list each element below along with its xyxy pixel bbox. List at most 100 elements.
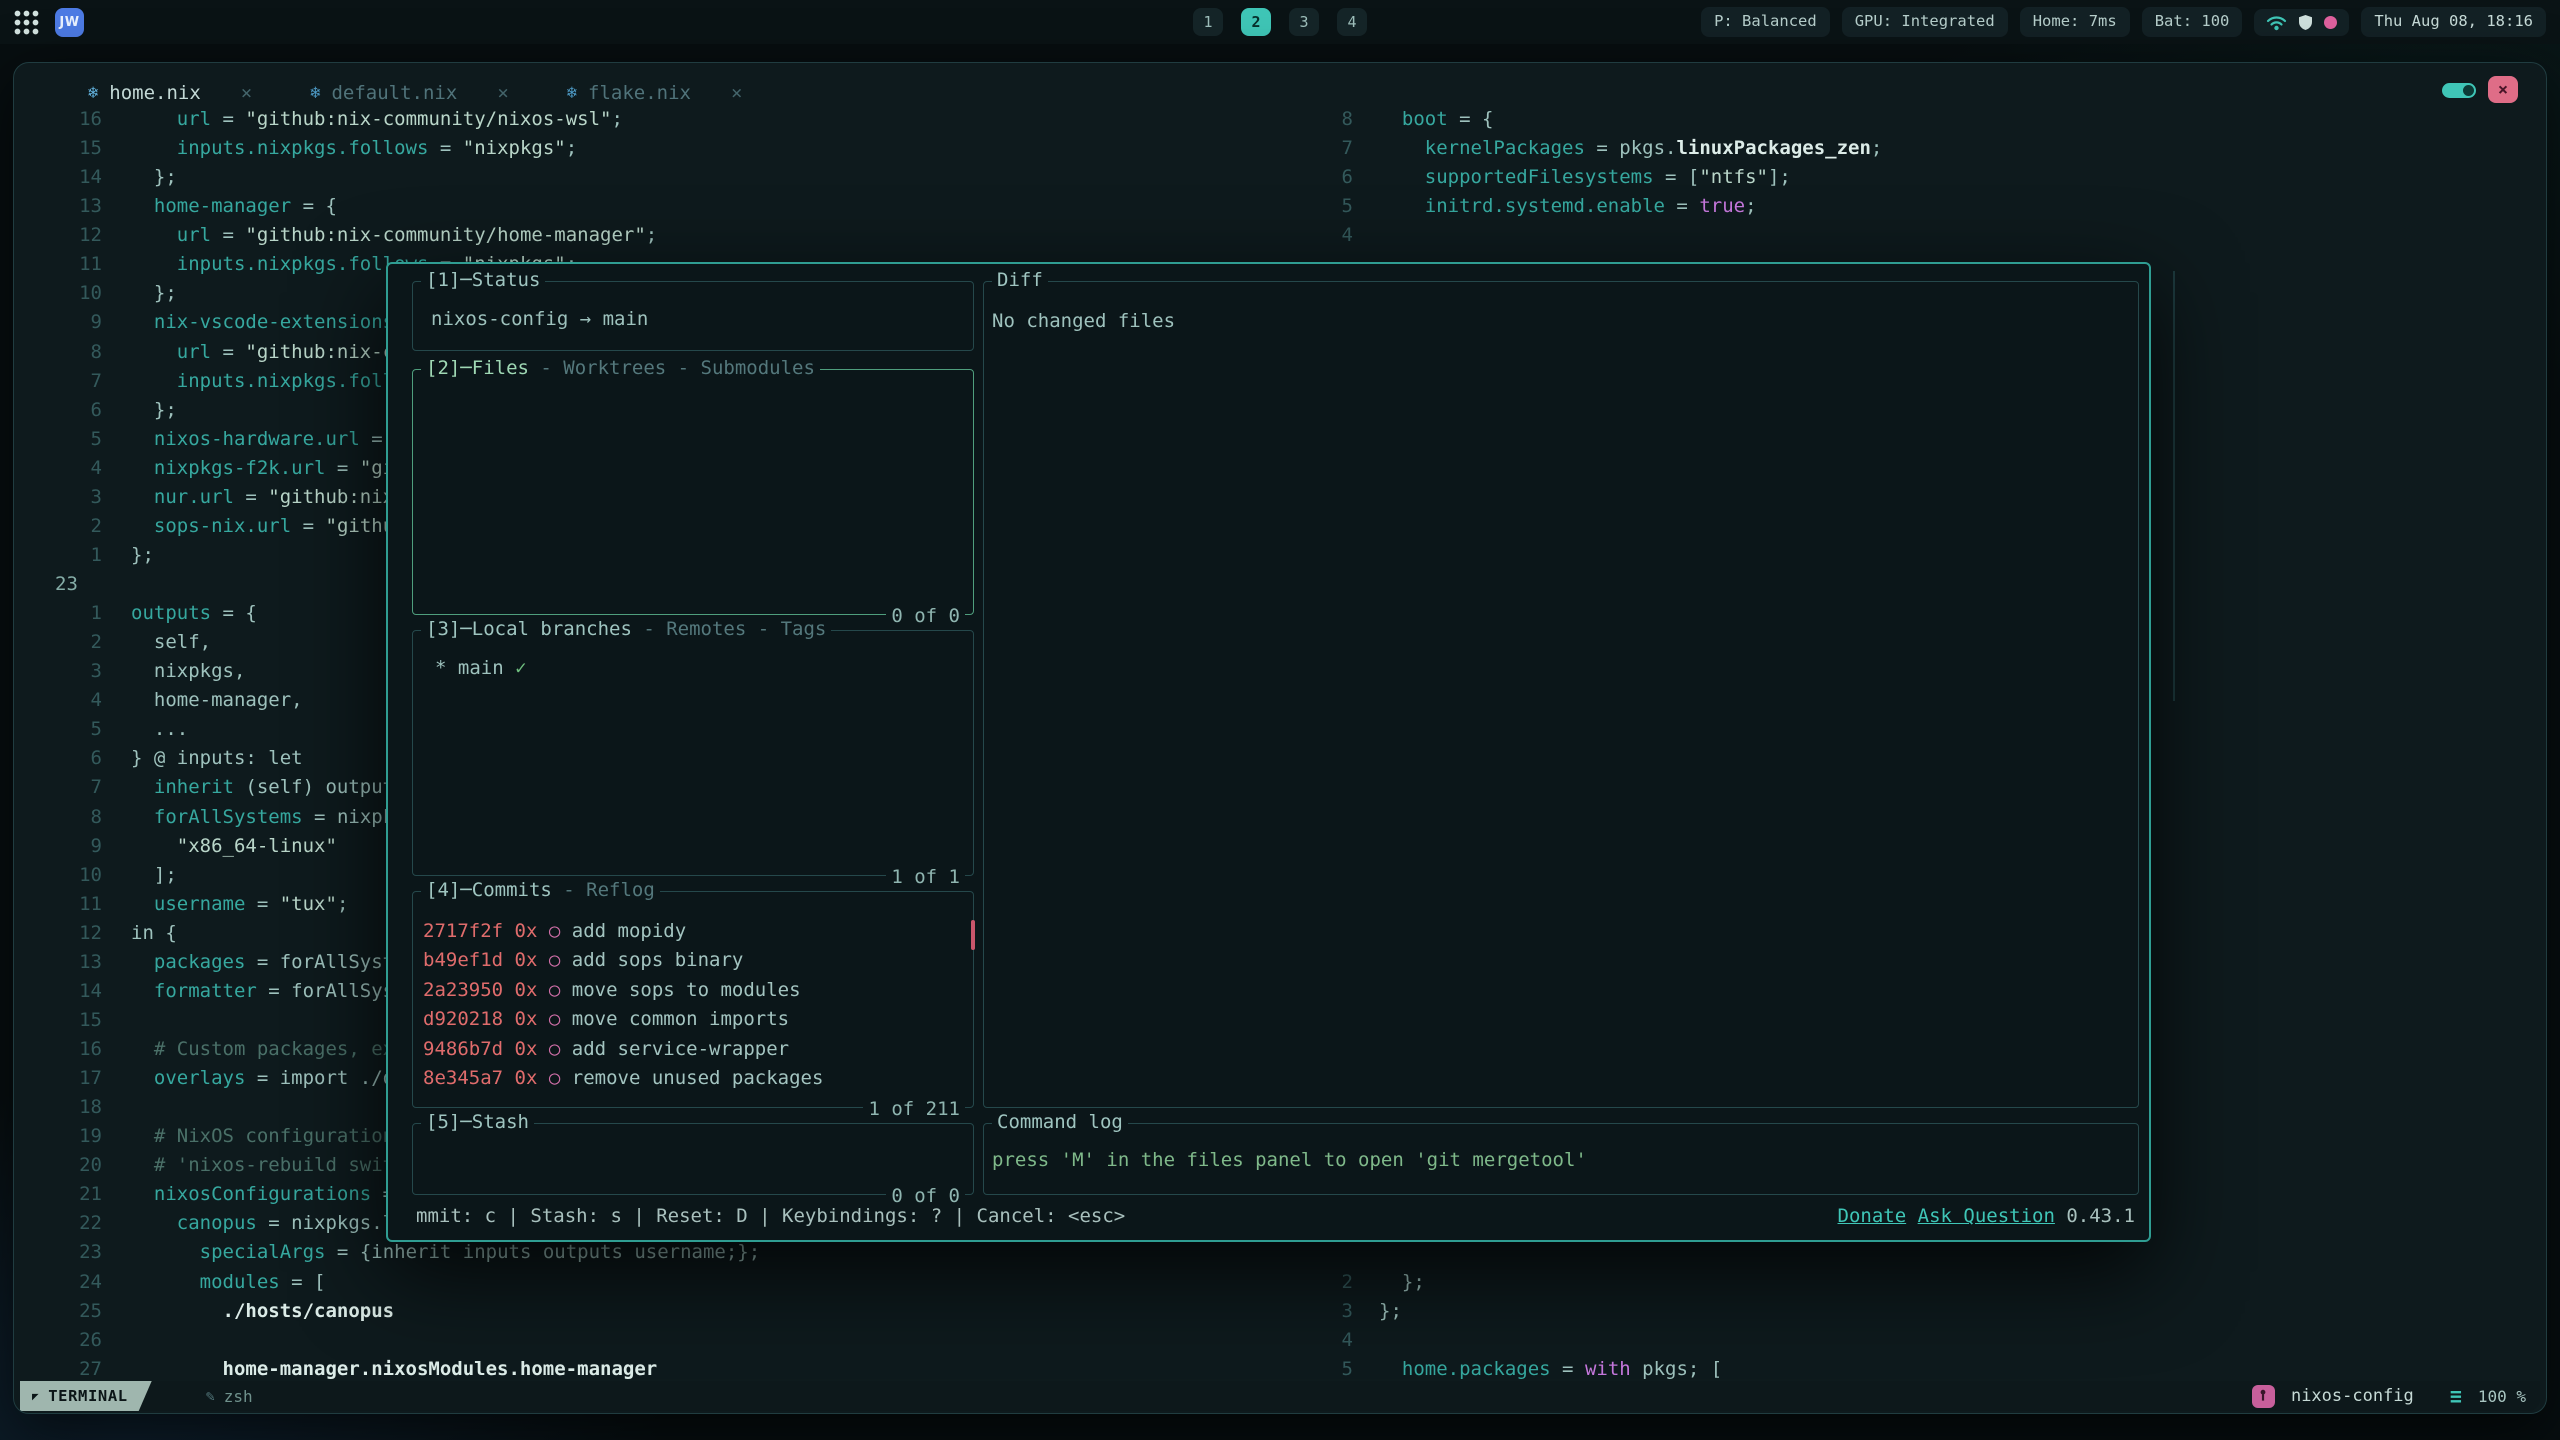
line-number: 16 <box>50 105 102 134</box>
commits-scrollbar[interactable] <box>971 920 975 950</box>
line-number: 16 <box>50 1035 102 1064</box>
topbar: JW 1234 P: BalancedGPU: IntegratedHome: … <box>0 0 2560 44</box>
workspace-button-1[interactable]: 1 <box>1193 8 1223 36</box>
commit-row[interactable]: d920218 0x ○ move common imports <box>423 1005 963 1034</box>
commit-author: 0x <box>515 976 538 1005</box>
commit-hash: 2a23950 <box>423 976 503 1005</box>
commit-message: add sops binary <box>572 946 744 975</box>
lazygit-status-panel[interactable]: [1]─Status nixos-config → main <box>412 281 974 351</box>
commit-row[interactable]: 9486b7d 0x ○ add service-wrapper <box>423 1035 963 1064</box>
branches-panel-title: [3]─Local branches - Remotes - Tags <box>421 618 831 640</box>
tab-label: home.nix <box>109 82 201 104</box>
apps-launcher-icon[interactable] <box>14 10 39 35</box>
line-number: 4 <box>50 686 102 715</box>
lazygit-files-panel[interactable]: [2]─Files - Worktrees - Submodules 0 of … <box>412 369 974 615</box>
line-number: 7 <box>1293 134 1353 163</box>
commit-row[interactable]: b49ef1d 0x ○ add sops binary <box>423 946 963 975</box>
code-line: 14 }; <box>50 163 875 192</box>
code-line: 8 boot = { <box>1293 105 1882 134</box>
line-number: 9 <box>50 308 102 337</box>
donate-link[interactable]: Donate <box>1838 1205 1907 1227</box>
line-number: 2 <box>50 628 102 657</box>
branches-count: 1 of 1 <box>886 866 965 888</box>
nix-file-icon: ❄ <box>567 83 577 103</box>
line-number: 9 <box>50 832 102 861</box>
code-line: 5 home.packages = with pkgs; [ <box>1293 1355 1882 1384</box>
commit-bullet-icon: ○ <box>549 1035 560 1064</box>
commit-hash: d920218 <box>423 1005 503 1034</box>
commit-author: 0x <box>515 917 538 946</box>
commit-bullet-icon: ○ <box>549 1064 560 1093</box>
tray-icons[interactable] <box>2254 9 2349 36</box>
code-line: 5 initrd.systemd.enable = true; <box>1293 192 1882 221</box>
window-close-button[interactable]: × <box>2488 76 2518 103</box>
workspace-button-2[interactable]: 2 <box>1241 8 1271 36</box>
tab-flake.nix[interactable]: ❄flake.nix× <box>567 82 743 104</box>
lazygit-diff-panel[interactable]: Diff No changed files <box>983 281 2139 1108</box>
lazygit-branches-panel[interactable]: [3]─Local branches - Remotes - Tags * ma… <box>412 630 974 876</box>
commit-bullet-icon: ○ <box>549 917 560 946</box>
line-number: 6 <box>50 396 102 425</box>
topbar-left: JW <box>14 8 84 37</box>
color-dot-icon <box>2324 16 2337 29</box>
tab-label: default.nix <box>331 82 457 104</box>
workspaces: 1234 <box>1193 8 1367 36</box>
commit-row[interactable]: 2a23950 0x ○ move sops to modules <box>423 976 963 1005</box>
commit-row[interactable]: 8e345a7 0x ○ remove unused packages <box>423 1064 963 1093</box>
line-number: 13 <box>50 948 102 977</box>
statusline-right: nixos-config ≡ 100 % <box>2252 1384 2540 1408</box>
line-number: 10 <box>50 861 102 890</box>
branch-check-icon: ✓ <box>515 657 526 679</box>
code-line: 16 url = "github:nix-community/nixos-wsl… <box>50 105 875 134</box>
code-line: 27 home-manager.nixosModules.home-manage… <box>50 1355 875 1384</box>
workspace-button-3[interactable]: 3 <box>1289 8 1319 36</box>
line-number: 17 <box>50 1064 102 1093</box>
lazygit-commits-panel[interactable]: [4]─Commits - Reflog 2717f2f 0x ○ add mo… <box>412 891 974 1108</box>
commit-hash: 9486b7d <box>423 1035 503 1064</box>
status-pill-3: Bat: 100 <box>2142 7 2243 37</box>
line-number: 12 <box>50 919 102 948</box>
lazygit-footer: mmit: c | Stash: s | Reset: D | Keybindi… <box>416 1205 2135 1227</box>
commit-bullet-icon: ○ <box>549 976 560 1005</box>
commit-bullet-icon: ○ <box>549 1005 560 1034</box>
line-number: 2 <box>1293 1268 1353 1297</box>
tab-default.nix[interactable]: ❄default.nix× <box>310 82 509 104</box>
editor-window: ❄home.nix×❄default.nix×❄flake.nix× × 16 … <box>13 62 2547 1414</box>
statusline: ◤ TERMINAL ✎ zsh nixos-config ≡ 100 % <box>20 1381 2540 1411</box>
line-number: 7 <box>50 773 102 802</box>
code-line: 3}; <box>1293 1297 1882 1326</box>
logo-badge[interactable]: JW <box>55 8 84 37</box>
line-number: 14 <box>50 977 102 1006</box>
status-pill-1: GPU: Integrated <box>1842 7 2008 37</box>
tab-close-icon[interactable]: × <box>731 82 742 104</box>
line-number: 26 <box>50 1326 102 1355</box>
tab-home.nix[interactable]: ❄home.nix× <box>88 82 252 104</box>
terminal-mode-icon: ◤ <box>32 1390 39 1403</box>
line-number: 15 <box>50 134 102 163</box>
commit-bullet-icon: ○ <box>549 946 560 975</box>
lazygit-command-log-panel[interactable]: Command log press 'M' in the files panel… <box>983 1123 2139 1195</box>
tab-close-icon[interactable]: × <box>497 82 508 104</box>
commit-hash: 8e345a7 <box>423 1064 503 1093</box>
commit-author: 0x <box>515 1035 538 1064</box>
lazygit-stash-panel[interactable]: [5]─Stash 0 of 0 <box>412 1123 974 1195</box>
topbar-right: P: BalancedGPU: IntegratedHome: 7msBat: … <box>1701 7 2546 37</box>
tab-close-icon[interactable]: × <box>241 82 252 104</box>
mode-label: TERMINAL <box>48 1387 127 1405</box>
version-label: 0.43.1 <box>2066 1205 2135 1227</box>
workspace-button-4[interactable]: 4 <box>1337 8 1367 36</box>
footer-links: Donate Ask Question 0.43.1 <box>1838 1205 2135 1227</box>
mode-badge: ◤ TERMINAL <box>20 1381 152 1411</box>
line-number: 8 <box>1293 105 1353 134</box>
window-toggle-button[interactable] <box>2442 83 2476 98</box>
line-number: 12 <box>50 221 102 250</box>
ask-question-link[interactable]: Ask Question <box>1918 1205 2055 1227</box>
code-line: 4 <box>1293 1326 1882 1355</box>
status-pill-0: P: Balanced <box>1701 7 1830 37</box>
commit-row[interactable]: 2717f2f 0x ○ add mopidy <box>423 917 963 946</box>
commit-author: 0x <box>515 1064 538 1093</box>
line-number: 1 <box>50 599 102 628</box>
line-number: 23 <box>50 570 102 599</box>
line-number: 3 <box>50 657 102 686</box>
commit-message: remove unused packages <box>572 1064 824 1093</box>
